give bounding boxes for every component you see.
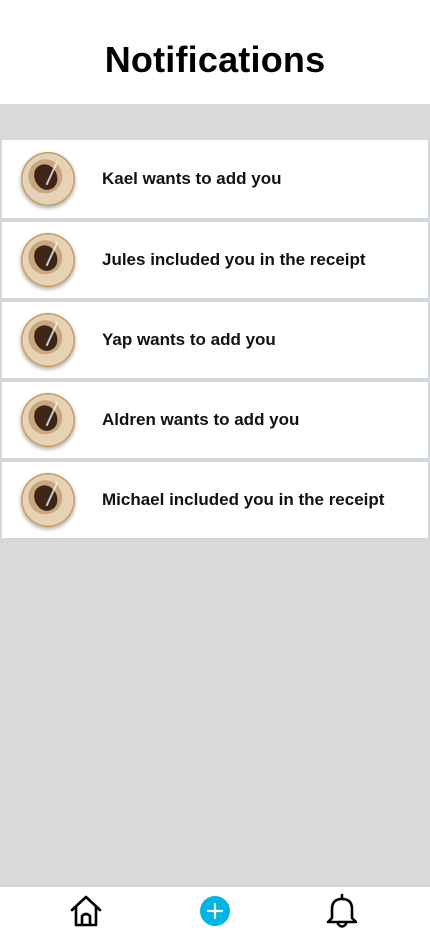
- avatar: [21, 233, 75, 287]
- notification-list: Kael wants to add you Jules included you…: [0, 140, 430, 542]
- avatar: [21, 152, 75, 206]
- avatar: [21, 313, 75, 367]
- notification-item[interactable]: Yap wants to add you: [0, 302, 430, 382]
- page-title: Notifications: [104, 39, 326, 80]
- notification-text: Aldren wants to add you: [102, 410, 300, 429]
- avatar: [21, 473, 75, 527]
- add-button[interactable]: [200, 896, 230, 926]
- notification-item[interactable]: Michael included you in the receipt: [0, 462, 430, 542]
- home-icon: [70, 895, 102, 927]
- notification-item[interactable]: Kael wants to add you: [0, 140, 430, 222]
- notification-text: Michael included you in the receipt: [102, 490, 385, 509]
- notification-text: Kael wants to add you: [102, 169, 282, 188]
- plus-icon: [206, 902, 224, 920]
- bell-icon: [326, 893, 358, 928]
- notification-item[interactable]: Aldren wants to add you: [0, 382, 430, 462]
- notification-item[interactable]: Jules included you in the receipt: [0, 222, 430, 302]
- avatar: [21, 393, 75, 447]
- bottom-tab-bar: [0, 884, 430, 932]
- notification-text: Jules included you in the receipt: [102, 250, 366, 269]
- notifications-tab[interactable]: [322, 891, 362, 931]
- header: Notifications: [0, 0, 430, 104]
- home-tab[interactable]: [66, 891, 106, 931]
- notification-text: Yap wants to add you: [102, 330, 276, 349]
- add-tab[interactable]: [195, 891, 235, 931]
